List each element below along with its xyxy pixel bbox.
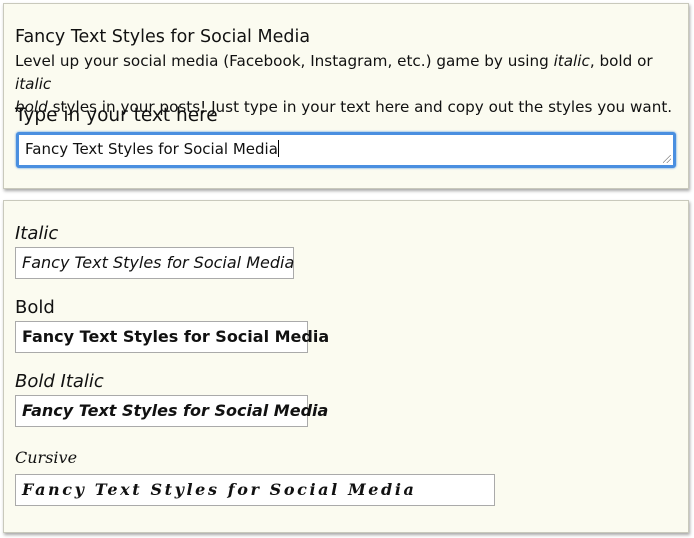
cursive-style-label: Cursive (15, 448, 78, 467)
text-input-label: Type in your text here (15, 105, 218, 126)
description-italic-word-2: italic (15, 75, 52, 93)
bold-style-label: Bold (15, 297, 55, 318)
bold-italic-output-box[interactable]: Fancy Text Styles for Social Media (15, 395, 328, 427)
bold-italic-style-label: Bold Italic (15, 371, 104, 392)
description-italic-word: italic (553, 52, 590, 70)
italic-style-label: Italic (15, 223, 59, 244)
italic-output-box[interactable]: Fancy Text Styles for Social Media (15, 247, 294, 279)
bold-output-box[interactable]: Fancy Text Styles for Social Media (15, 321, 329, 353)
styles-panel: Italic Fancy Text Styles for Social Medi… (3, 200, 689, 533)
text-caret (277, 140, 279, 157)
page-title: Fancy Text Styles for Social Media (15, 27, 311, 47)
cursive-output-box[interactable]: Fancy Text Styles for Social Media (15, 474, 495, 506)
description-text-2: , bold or (589, 52, 653, 70)
resize-handle-icon[interactable] (663, 155, 671, 163)
input-panel: Fancy Text Styles for Social Media Level… (3, 3, 689, 189)
description-text-1: Level up your social media (Facebook, In… (15, 52, 554, 70)
text-input-value: Fancy Text Styles for Social Media (25, 140, 278, 158)
text-input-field[interactable]: Fancy Text Styles for Social Media (16, 132, 676, 168)
